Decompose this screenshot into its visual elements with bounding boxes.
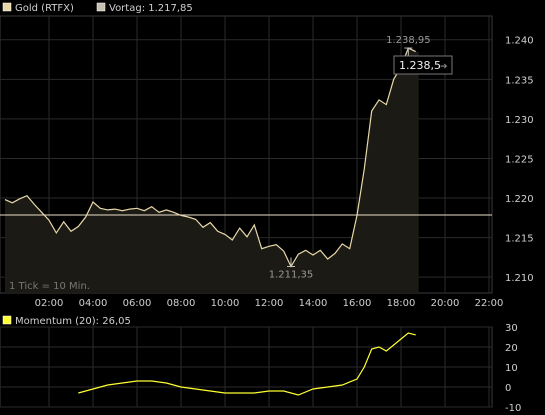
low-value-label: 1.211,35 <box>269 269 314 280</box>
y-tick-label: -10 <box>505 403 521 414</box>
momentum-legend-label: Momentum (20): 26,05 <box>15 316 131 327</box>
x-tick-label: 06:00 <box>123 298 152 309</box>
x-tick-label: 12:00 <box>255 298 284 309</box>
y-tick-label: 1.240 <box>505 36 534 47</box>
y-tick-label: 0 <box>505 383 511 394</box>
x-tick-label: 18:00 <box>387 298 416 309</box>
tick-note: 1 Tick = 10 Min. <box>9 281 90 292</box>
y-tick-label: 10 <box>505 363 518 374</box>
y-tick-label: 30 <box>505 323 518 334</box>
last-arrow-icon: ➔ <box>440 62 448 72</box>
high-value-label: 1.238,95 <box>386 35 431 46</box>
y-tick-label: 1.210 <box>505 273 534 284</box>
x-tick-label: 02:00 <box>35 298 64 309</box>
vortag-legend-label: Vortag: 1.217,85 <box>109 3 193 14</box>
x-tick-label: 20:00 <box>431 298 460 309</box>
last-value-label: 1.238,5 <box>399 59 441 72</box>
chart-canvas: 1.210 1.215 1.220 1.225 1.230 1.235 1.240 02:0… <box>0 2 534 414</box>
momentum-legend-swatch <box>2 315 12 325</box>
gold-legend-swatch <box>2 2 12 12</box>
y-tick-label: 1.235 <box>505 75 534 86</box>
x-tick-label: 08:00 <box>167 298 196 309</box>
x-tick-label: 14:00 <box>299 298 328 309</box>
x-tick-label: 10:00 <box>211 298 240 309</box>
y-tick-label: 1.225 <box>505 154 534 165</box>
vortag-legend-swatch <box>96 2 106 12</box>
y-tick-label: 1.230 <box>505 115 534 126</box>
time-x-axis: 02:00 04:00 06:00 08:00 10:00 12:00 14:00 16:00… <box>35 298 504 309</box>
y-tick-label: 20 <box>505 343 518 354</box>
x-tick-label: 22:00 <box>475 298 504 309</box>
momentum-y-axis: -10 0 10 20 30 <box>505 323 521 414</box>
price-y-axis: 1.210 1.215 1.220 1.225 1.230 1.235 1.240 <box>505 36 534 284</box>
last-value-box: 1.238,5 ➔ <box>393 55 453 75</box>
y-tick-label: 1.220 <box>505 194 534 205</box>
x-tick-label: 16:00 <box>343 298 372 309</box>
y-tick-label: 1.215 <box>505 234 534 245</box>
gold-legend-label: Gold (RTFX) <box>15 3 74 14</box>
x-tick-label: 04:00 <box>79 298 108 309</box>
